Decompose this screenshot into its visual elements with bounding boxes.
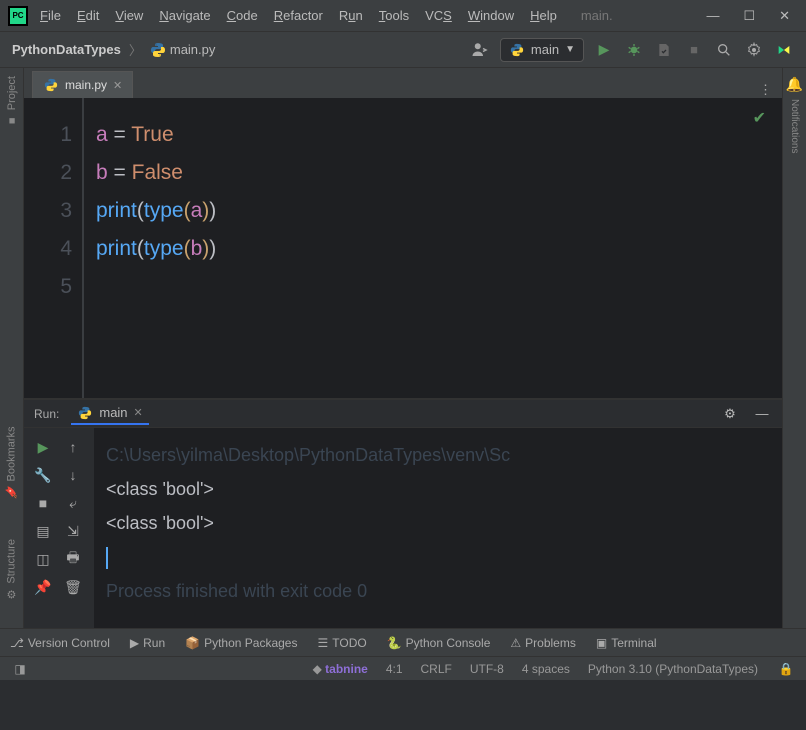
menu-vcs[interactable]: VCS [425, 8, 452, 23]
status-toggle-icon[interactable]: ◨ [10, 659, 30, 679]
menu-navigate[interactable]: Navigate [159, 8, 210, 23]
run-tab-label: main [99, 405, 127, 420]
console-toolbar: ▶↑ 🔧↓ ■⤶ ▤⇲ ◫🖶 📌🗑 [24, 428, 94, 628]
main-menu: File Edit View Navigate Code Refactor Ru… [40, 8, 706, 23]
menu-tools[interactable]: Tools [379, 8, 409, 23]
status-tabnine[interactable]: ◆ tabnine [313, 662, 368, 676]
run-panel-label: Run: [34, 407, 59, 421]
menu-window[interactable]: Window [468, 8, 514, 23]
print-icon[interactable]: 🖶 [60, 546, 86, 572]
breadcrumb-file[interactable]: main.py [150, 42, 216, 58]
bottom-run[interactable]: ▶ Run [130, 636, 165, 650]
pycharm-logo-icon: PC [8, 6, 28, 26]
tab-close-icon[interactable]: ✕ [113, 79, 122, 92]
statusbar: ◨ ◆ tabnine 4:1 CRLF UTF-8 4 spaces Pyth… [0, 656, 806, 680]
console-output[interactable]: C:\Users\yilma\Desktop\PythonDataTypes\v… [94, 428, 782, 628]
codewithme-icon[interactable] [774, 40, 794, 60]
chevron-down-icon: ▼ [565, 44, 575, 55]
menu-file[interactable]: File [40, 8, 61, 23]
run-tab-close-icon[interactable]: ✕ [134, 406, 143, 419]
run-config-label: main [531, 42, 559, 57]
run-panel-tab[interactable]: main ✕ [71, 403, 148, 425]
python-file-icon [150, 42, 166, 58]
rail-project[interactable]: ■Project [6, 76, 18, 126]
down-icon[interactable]: ↓ [60, 462, 86, 488]
softwrap-icon[interactable]: ⤶ [60, 490, 86, 516]
bottom-console[interactable]: 🐍 Python Console [387, 636, 491, 650]
menu-refactor[interactable]: Refactor [274, 8, 323, 23]
bottom-terminal[interactable]: ▣ Terminal [596, 636, 657, 650]
scroll-icon[interactable]: ⇲ [60, 518, 86, 544]
bottom-todo[interactable]: ☰ TODO [317, 636, 366, 650]
stop-button[interactable]: ■ [684, 40, 704, 60]
status-indent[interactable]: 4 spaces [522, 662, 570, 676]
bottom-vcs[interactable]: ⎇ Version Control [10, 636, 110, 650]
code-content[interactable]: a = Trueb = Falseprint(type(a))print(typ… [84, 98, 782, 398]
rail-structure[interactable]: ⚙Structure [5, 539, 18, 601]
menu-view[interactable]: View [115, 8, 143, 23]
menu-help[interactable]: Help [530, 8, 557, 23]
bell-icon[interactable]: 🔔 [786, 76, 803, 93]
status-encoding[interactable]: UTF-8 [470, 662, 504, 676]
bottom-tool-tabs: ⎇ Version Control ▶ Run 📦 Python Package… [0, 628, 806, 656]
rail-notifications[interactable]: Notifications [789, 99, 800, 153]
titlebar: PC File Edit View Navigate Code Refactor… [0, 0, 806, 32]
user-icon[interactable] [470, 40, 490, 60]
debug-button[interactable] [624, 40, 644, 60]
bottom-packages[interactable]: 📦 Python Packages [185, 636, 297, 650]
layout-icon[interactable]: ▤ [30, 518, 56, 544]
run-button[interactable]: ▶ [594, 40, 614, 60]
up-icon[interactable]: ↑ [60, 434, 86, 460]
run-config-selector[interactable]: main ▼ [500, 38, 584, 62]
split-icon[interactable]: ◫ [30, 546, 56, 572]
coverage-button[interactable] [654, 40, 674, 60]
status-caret-pos[interactable]: 4:1 [386, 662, 403, 676]
trash-icon[interactable]: 🗑 [60, 574, 86, 600]
python-icon [509, 42, 525, 58]
run-hide-icon[interactable]: — [752, 404, 772, 424]
maximize-icon[interactable]: ☐ [743, 8, 755, 24]
stop-console-icon[interactable]: ■ [30, 490, 56, 516]
breadcrumb-sep: 〉 [129, 40, 142, 59]
menu-run[interactable]: Run [339, 8, 363, 23]
breadcrumb-project[interactable]: PythonDataTypes [12, 42, 121, 57]
lock-icon[interactable]: 🔒 [776, 659, 796, 679]
python-file-icon [43, 77, 59, 93]
status-eol[interactable]: CRLF [421, 662, 452, 676]
window-controls: — ☐ ✕ [706, 8, 798, 24]
search-icon[interactable] [714, 40, 734, 60]
tab-more-icon[interactable]: ⋮ [759, 82, 772, 98]
rerun-icon[interactable]: ▶ [30, 434, 56, 460]
code-editor[interactable]: 12345 a = Trueb = Falseprint(type(a))pri… [24, 98, 782, 398]
run-panel-header: Run: main ✕ ⚙ — [24, 400, 782, 428]
pin-icon[interactable]: 📌 [30, 574, 56, 600]
navbar-actions: main ▼ ▶ ■ [470, 38, 794, 62]
inspection-ok-icon[interactable]: ✔ [753, 108, 766, 128]
right-tool-rail: 🔔 Notifications [782, 68, 806, 628]
status-interpreter[interactable]: Python 3.10 (PythonDataTypes) [588, 662, 758, 676]
run-settings-icon[interactable]: ⚙ [720, 404, 740, 424]
breadcrumb-file-label: main.py [170, 42, 216, 57]
left-tool-rail: ■Project 🔖Bookmarks ⚙Structure [0, 68, 24, 628]
minimize-icon[interactable]: — [706, 8, 719, 24]
close-icon[interactable]: ✕ [779, 8, 790, 24]
menu-edit[interactable]: Edit [77, 8, 99, 23]
navbar: PythonDataTypes 〉 main.py main ▼ ▶ ■ [0, 32, 806, 68]
rail-bookmarks[interactable]: 🔖Bookmarks [5, 426, 18, 498]
wrench-icon[interactable]: 🔧 [30, 462, 56, 488]
menu-code[interactable]: Code [227, 8, 258, 23]
bottom-problems[interactable]: ⚠ Problems [510, 636, 575, 650]
tab-label: main.py [65, 78, 107, 92]
settings-icon[interactable] [744, 40, 764, 60]
run-panel: Run: main ✕ ⚙ — ▶↑ 🔧↓ ■⤶ ▤⇲ ◫🖶 [24, 398, 782, 628]
python-icon [77, 405, 93, 421]
editor-tabs: main.py ✕ ⋮ [24, 68, 782, 98]
line-gutter: 12345 [24, 98, 84, 398]
title-project: main. [581, 8, 613, 23]
tab-main-py[interactable]: main.py ✕ [32, 71, 133, 98]
